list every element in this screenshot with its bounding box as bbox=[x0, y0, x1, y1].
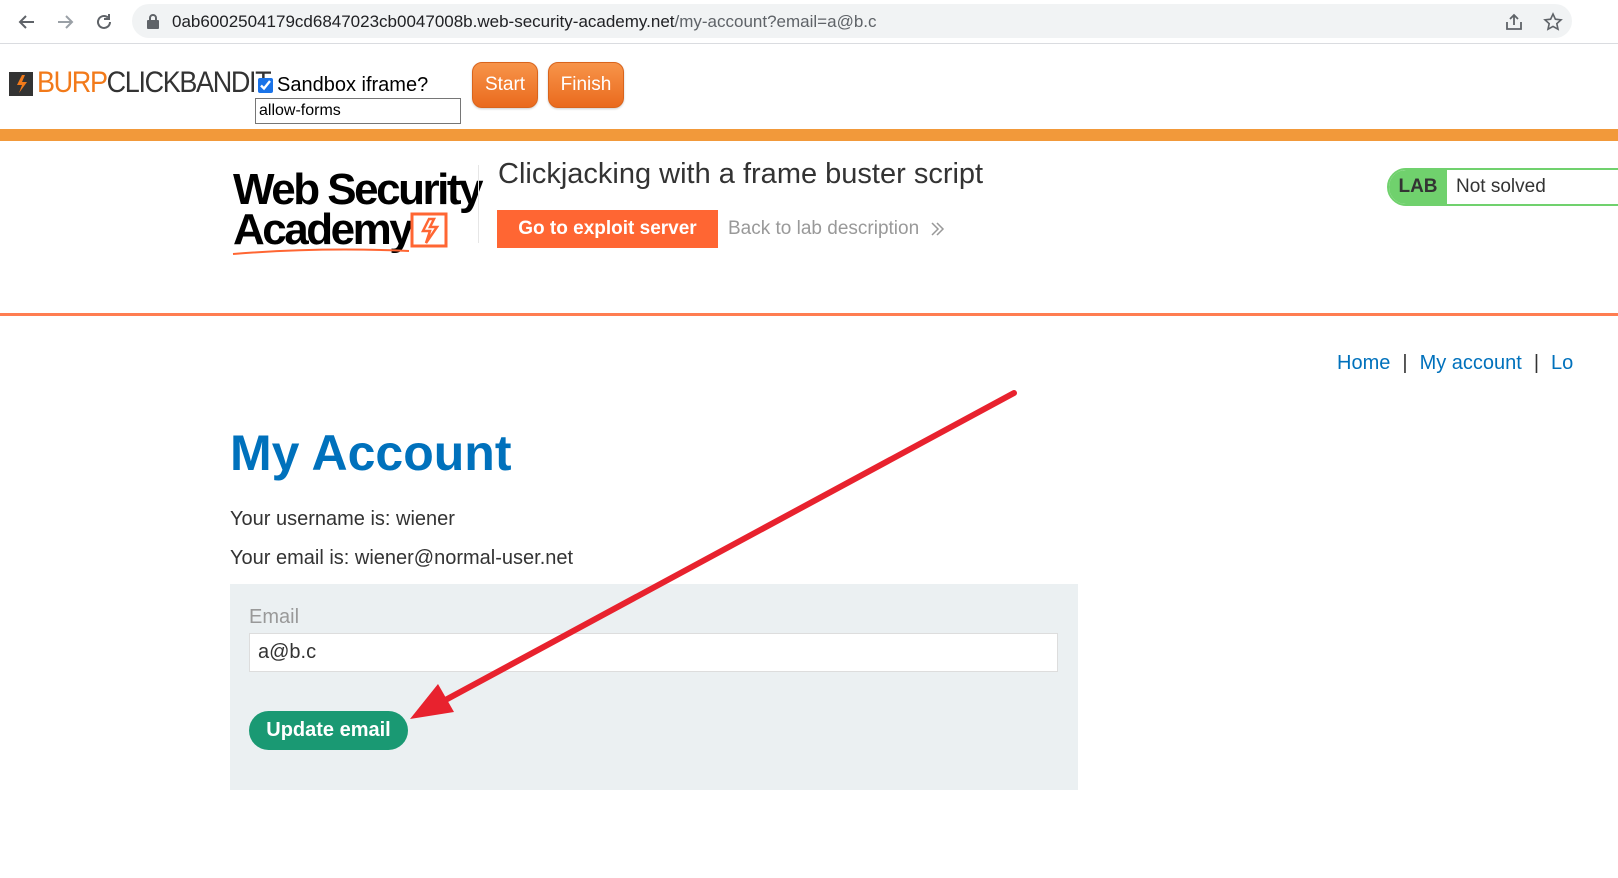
email-field[interactable] bbox=[249, 633, 1058, 672]
home-link[interactable]: Home bbox=[1337, 352, 1390, 375]
reload-icon[interactable] bbox=[89, 7, 119, 37]
go-to-exploit-server-button[interactable]: Go to exploit server bbox=[497, 210, 718, 248]
logo-underline-swoosh bbox=[232, 248, 410, 255]
page-title: My Account bbox=[230, 425, 512, 481]
sandbox-checkbox[interactable] bbox=[258, 78, 273, 93]
my-account-link[interactable]: My account bbox=[1420, 352, 1522, 375]
change-email-form: Email Update email bbox=[230, 584, 1078, 790]
sandbox-option[interactable]: Sandbox iframe? bbox=[258, 74, 428, 97]
web-security-academy-logo[interactable]: Web Security Academy bbox=[231, 165, 483, 257]
sandbox-label: Sandbox iframe? bbox=[277, 74, 429, 96]
academy-lightning-icon bbox=[410, 212, 448, 248]
url-host: 0ab6002504179cd6847023cb0047008b.web-sec… bbox=[172, 12, 675, 31]
update-email-button[interactable]: Update email bbox=[249, 711, 408, 750]
lock-icon bbox=[147, 14, 159, 29]
logout-link[interactable]: Lo bbox=[1551, 352, 1573, 375]
lab-status-badge: LAB Not solved bbox=[1387, 168, 1618, 206]
header-rule bbox=[0, 313, 1618, 316]
lab-badge-label: LAB bbox=[1389, 170, 1447, 204]
start-button[interactable]: Start bbox=[472, 62, 538, 108]
browser-toolbar: 0ab6002504179cd6847023cb0047008b.web-sec… bbox=[0, 0, 1618, 44]
back-to-lab-description-link[interactable]: Back to lab description bbox=[728, 218, 945, 240]
forward-arrow-icon[interactable] bbox=[50, 7, 80, 37]
url-path: /my-account?email=a@b.c bbox=[674, 12, 877, 31]
username-text: Your username is: wiener bbox=[230, 508, 455, 530]
header-divider bbox=[478, 165, 479, 243]
nav-separator: | bbox=[1402, 352, 1408, 374]
email-text: Your email is: wiener@normal-user.net bbox=[230, 547, 574, 569]
nav-separator: | bbox=[1533, 352, 1540, 374]
email-field-label: Email bbox=[249, 606, 300, 628]
burp-logo-icon bbox=[9, 72, 33, 96]
url-text[interactable]: 0ab6002504179cd6847023cb0047008b.web-sec… bbox=[172, 12, 877, 32]
sandbox-attributes-input[interactable] bbox=[255, 98, 461, 124]
logo-clickbandit-text: CLICKBANDIT bbox=[106, 66, 272, 99]
clickbandit-divider bbox=[0, 129, 1618, 141]
lab-badge-status: Not solved bbox=[1447, 170, 1618, 204]
lab-title: Clickjacking with a frame buster script bbox=[498, 158, 984, 190]
bookmark-star-icon[interactable] bbox=[1543, 12, 1563, 32]
clickbandit-logo: BURPCLICKBANDIT bbox=[37, 66, 272, 100]
address-bar[interactable]: 0ab6002504179cd6847023cb0047008b.web-sec… bbox=[132, 4, 1572, 38]
double-chevron-right-icon bbox=[931, 222, 945, 236]
back-arrow-icon[interactable] bbox=[12, 7, 42, 37]
finish-button[interactable]: Finish bbox=[548, 62, 624, 108]
share-icon[interactable] bbox=[1504, 12, 1524, 32]
top-navigation: Home | My account | Lo bbox=[1337, 352, 1573, 375]
logo-burp-text: BURP bbox=[37, 66, 108, 99]
back-link-label: Back to lab description bbox=[728, 218, 920, 239]
